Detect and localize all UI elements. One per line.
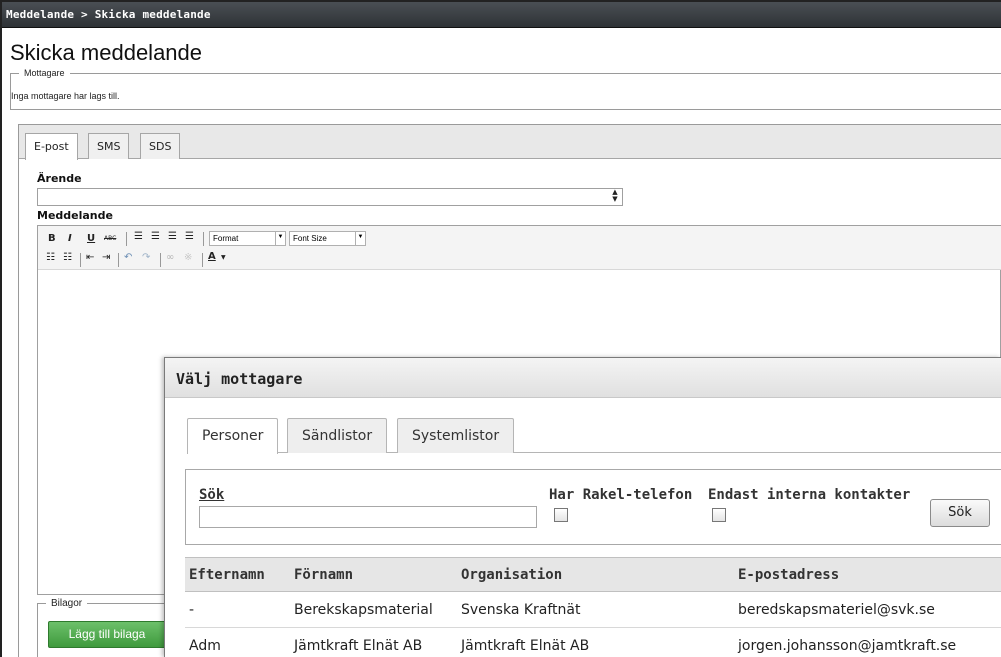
cell-email: jorgen.johansson@jamtkraft.se — [734, 627, 1001, 657]
numbered-list-icon[interactable]: ☷ — [63, 252, 72, 263]
bold-icon[interactable]: B — [48, 233, 56, 244]
link-icon[interactable]: ∞ — [166, 252, 174, 263]
font-size-select-label: Font Size — [293, 234, 327, 243]
cell-first-name: Jämtkraft Elnät AB — [290, 627, 457, 657]
chevron-down-icon[interactable]: ▼ — [221, 254, 226, 261]
add-attachment-button[interactable]: Lägg till bilaga — [48, 621, 166, 648]
align-center-icon[interactable]: ☰ — [151, 231, 160, 242]
page-title: Skicka meddelande — [10, 40, 203, 65]
toolbar-separator — [203, 232, 204, 246]
column-header-organisation[interactable]: Organisation — [457, 557, 734, 592]
italic-icon[interactable]: I — [68, 233, 72, 244]
align-right-icon[interactable]: ☰ — [168, 231, 177, 242]
font-size-select[interactable]: Font Size ▼ — [289, 231, 366, 246]
subject-input[interactable] — [37, 188, 623, 206]
column-header-last-name[interactable]: Efternamn — [185, 557, 290, 592]
column-header-email[interactable]: E-postadress — [734, 557, 1001, 592]
dialog-header: Välj mottagare — [165, 358, 1001, 398]
cell-organisation: Svenska Kraftnät — [457, 591, 734, 628]
cell-last-name: - — [185, 591, 290, 628]
toolbar-separator — [80, 253, 81, 267]
dialog-tabstrip: Personer Sändlistor Systemlistor — [187, 416, 1001, 454]
breadcrumb-bar: Meddelande > Skicka meddelande — [2, 2, 1001, 28]
message-tabstrip: E-post SMS SDS — [19, 125, 1001, 160]
column-header-first-name[interactable]: Förnamn — [290, 557, 457, 592]
format-select[interactable]: Format ▼ — [209, 231, 286, 246]
align-left-icon[interactable]: ☰ — [134, 231, 143, 242]
chevron-down-icon: ▼ — [355, 231, 365, 246]
subject-label: Ärende — [37, 172, 82, 185]
search-label: Sök — [199, 487, 225, 503]
tab-email[interactable]: E-post — [25, 133, 78, 160]
search-panel: Sök Har Rakel-telefon Endast interna kon… — [185, 469, 1001, 545]
cell-email: beredskapsmateriel@svk.se — [734, 591, 1001, 628]
undo-icon[interactable]: ↶ — [124, 252, 132, 263]
dialog-title: Välj mottagare — [176, 370, 303, 388]
strikethrough-icon[interactable]: ABC — [104, 235, 116, 242]
tab-system-lists[interactable]: Systemlistor — [397, 418, 515, 453]
internal-contacts-label: Endast interna kontakter — [708, 487, 911, 503]
cell-first-name: Berekskapsmaterial — [290, 591, 457, 628]
tab-mailing-lists[interactable]: Sändlistor — [287, 418, 388, 453]
indent-icon[interactable]: ⇥ — [102, 252, 110, 263]
attachments-legend: Bilagor — [51, 598, 83, 609]
breadcrumb: Meddelande > Skicka meddelande — [6, 8, 211, 21]
toolbar-separator — [118, 253, 119, 267]
table-header-row: Efternamn Förnamn Organisation E-postadr… — [185, 557, 1001, 592]
table-row[interactable]: Adm Jämtkraft Elnät AB Jämtkraft Elnät A… — [185, 627, 1001, 657]
outdent-icon[interactable]: ⇤ — [86, 252, 94, 263]
redo-icon[interactable]: ↷ — [142, 252, 150, 263]
rakel-phone-label: Har Rakel-telefon — [549, 487, 693, 503]
tab-sds[interactable]: SDS — [140, 133, 181, 159]
search-input[interactable] — [199, 506, 537, 528]
cell-organisation: Jämtkraft Elnät AB — [457, 627, 734, 657]
underline-icon[interactable]: U — [87, 233, 95, 244]
select-recipients-dialog: Välj mottagare Personer Sändlistor Syste… — [164, 357, 1001, 657]
editor-toolbar: B I U ABC ☰ ☰ ☰ ☰ Format ▼ Font Size ▼ ☷ ☷… — [38, 226, 1001, 270]
unlink-icon[interactable]: ※ — [184, 252, 192, 263]
toolbar-separator — [202, 253, 203, 267]
format-select-label: Format — [213, 234, 239, 243]
recipients-legend: Mottagare — [24, 68, 65, 78]
recipients-empty-text: Inga mottagare har lags till. — [11, 91, 120, 101]
internal-contacts-checkbox[interactable] — [712, 508, 726, 522]
text-color-icon[interactable]: A — [208, 251, 216, 262]
results-table: Efternamn Förnamn Organisation E-postadr… — [185, 557, 1001, 657]
bullet-list-icon[interactable]: ☷ — [46, 252, 55, 263]
toolbar-separator — [126, 232, 127, 246]
recipients-fieldset: Mottagare Inga mottagare har lags till. — [10, 68, 1001, 110]
justify-icon[interactable]: ☰ — [185, 231, 194, 242]
cell-last-name: Adm — [185, 627, 290, 657]
toolbar-separator — [160, 253, 161, 267]
table-row[interactable]: - Berekskapsmaterial Svenska Kraftnät be… — [185, 591, 1001, 628]
tab-sms[interactable]: SMS — [88, 133, 130, 159]
rakel-phone-checkbox[interactable] — [554, 508, 568, 522]
tab-persons[interactable]: Personer — [187, 418, 279, 454]
subject-spinner-icon[interactable]: ▲ ▼ — [608, 189, 622, 205]
search-button[interactable]: Sök — [930, 499, 990, 527]
message-label: Meddelande — [37, 209, 113, 222]
chevron-down-icon: ▼ — [275, 231, 285, 246]
